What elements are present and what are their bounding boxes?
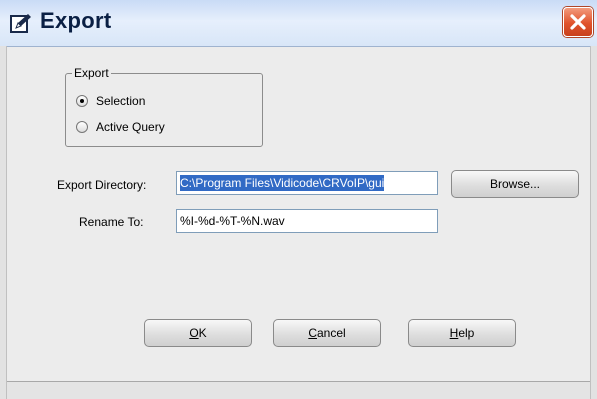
- radio-button-checked[interactable]: [76, 95, 88, 107]
- radio-active-query[interactable]: Active Query: [76, 119, 165, 135]
- radio-button-unchecked[interactable]: [76, 121, 88, 133]
- export-dialog: Export Export Selection Active Query Exp…: [0, 0, 597, 399]
- window-frame-left: [0, 46, 7, 399]
- cancel-button[interactable]: Cancel: [273, 319, 381, 347]
- rename-to-value: %I-%d-%T-%N.wav: [180, 214, 285, 228]
- cancel-mnemonic: C: [308, 326, 317, 340]
- ok-mnemonic: O: [189, 326, 199, 340]
- close-icon: [570, 14, 586, 30]
- window-title: Export: [40, 8, 112, 33]
- browse-button[interactable]: Browse...: [451, 170, 579, 198]
- groupbox-legend: Export: [72, 66, 111, 80]
- help-label-rest: elp: [458, 326, 475, 340]
- radio-selection[interactable]: Selection: [76, 93, 145, 109]
- window-frame-right: [590, 46, 597, 399]
- help-button[interactable]: Help: [408, 319, 516, 347]
- rename-to-label: Rename To:: [79, 215, 144, 229]
- export-directory-value: C:\Program Files\Vidicode\CRVoIP\gui: [180, 175, 385, 191]
- status-bar: [7, 382, 590, 399]
- dialog-body: Export Selection Active Query Export Dir…: [7, 47, 590, 381]
- title-bar[interactable]: Export: [0, 0, 597, 47]
- export-directory-label: Export Directory:: [57, 178, 147, 192]
- export-directory-field[interactable]: C:\Program Files\Vidicode\CRVoIP\gui: [176, 171, 438, 195]
- ok-label-rest: K: [198, 326, 207, 340]
- close-button[interactable]: [563, 7, 593, 37]
- cancel-label-rest: ancel: [316, 326, 346, 340]
- rename-to-field[interactable]: %I-%d-%T-%N.wav: [176, 209, 438, 233]
- export-groupbox: Export Selection Active Query: [65, 66, 263, 147]
- radio-active-query-label: Active Query: [96, 120, 165, 134]
- radio-selection-label: Selection: [96, 94, 146, 108]
- pen-edit-icon: [10, 14, 31, 33]
- ok-button[interactable]: OK: [144, 319, 252, 347]
